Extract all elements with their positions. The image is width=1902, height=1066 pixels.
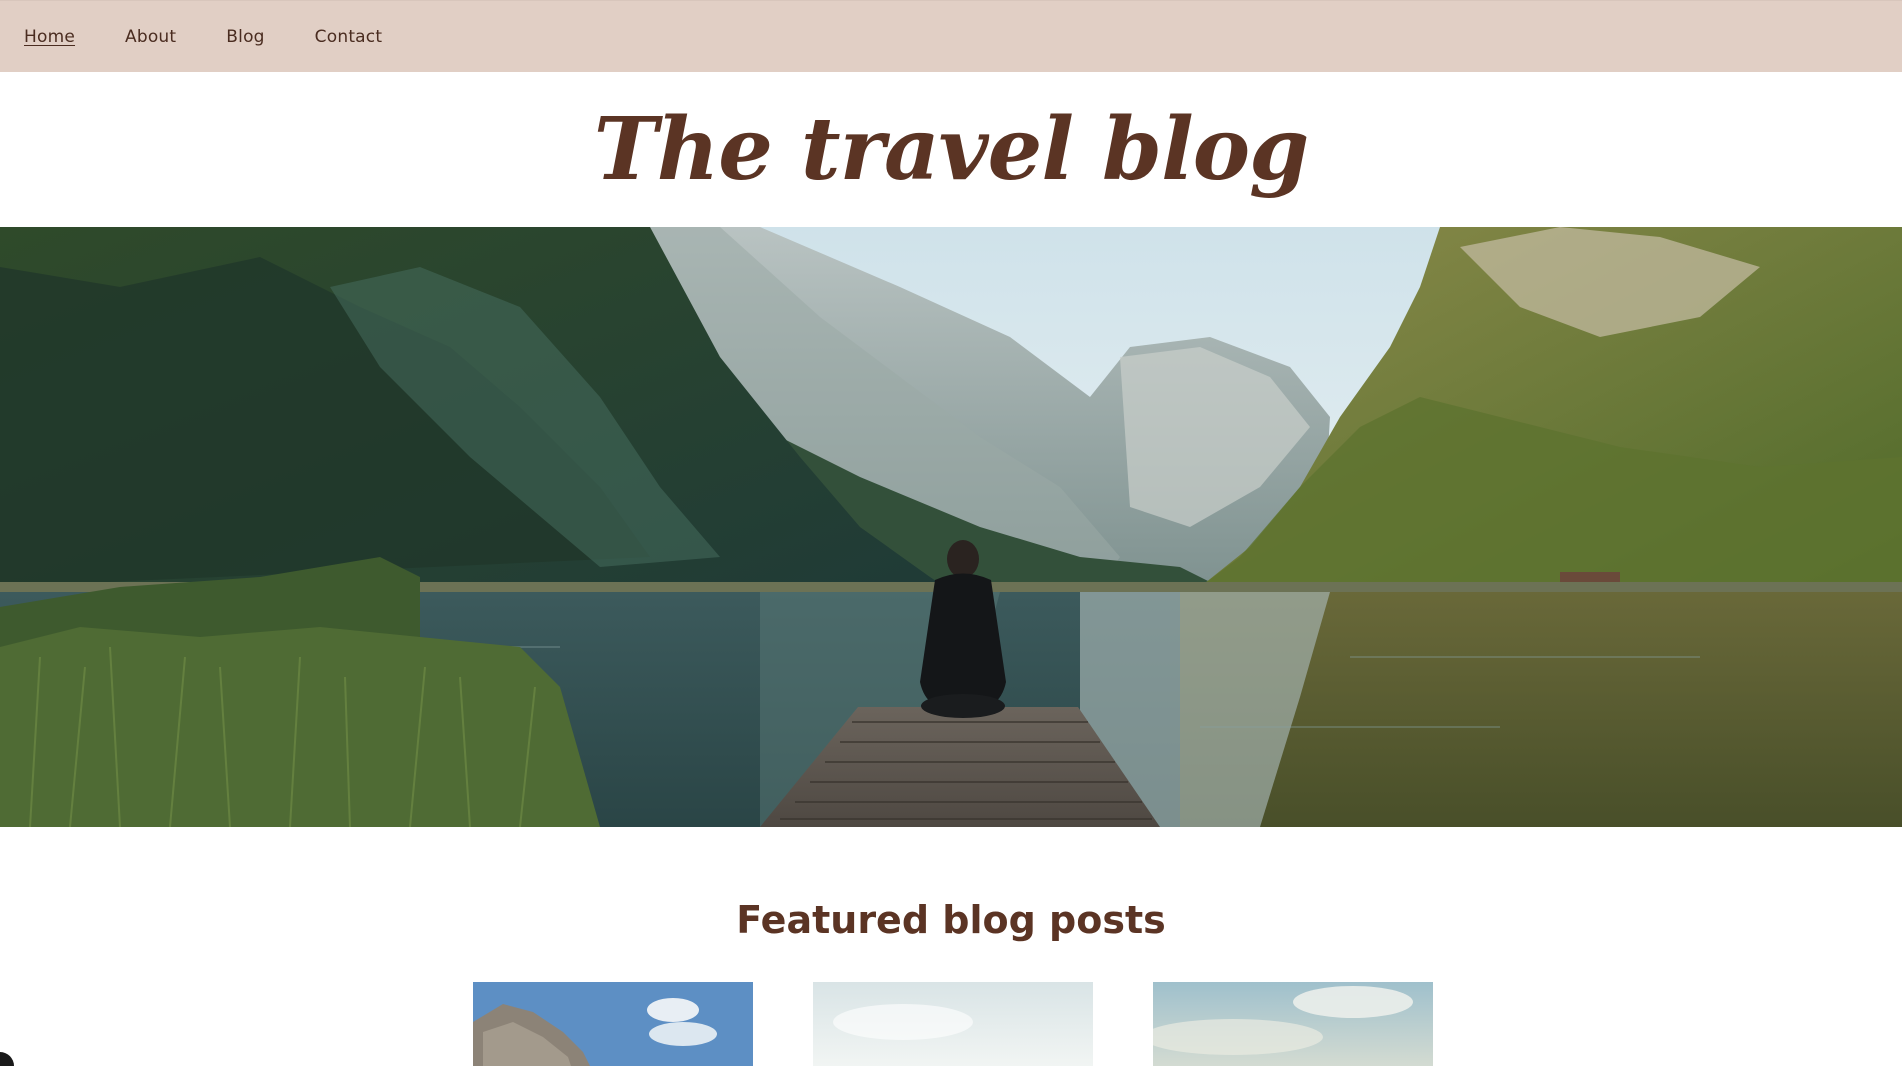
nav-item-blog: Blog xyxy=(226,27,314,47)
nav-item-home: Home xyxy=(24,27,125,47)
hero-image xyxy=(0,227,1902,827)
featured-post-thumbnail-2[interactable] xyxy=(813,982,1093,1066)
featured-post-thumbnail-1[interactable] xyxy=(473,982,753,1066)
featured-post-thumbnail-3[interactable] xyxy=(1153,982,1433,1066)
featured-heading: Featured blog posts xyxy=(736,898,1166,942)
nav-list: Home About Blog Contact xyxy=(0,1,1902,73)
top-navbar: Home About Blog Contact xyxy=(0,0,1902,72)
nav-link-contact[interactable]: Contact xyxy=(315,27,383,47)
site-title: The travel blog xyxy=(593,99,1310,200)
nav-link-blog[interactable]: Blog xyxy=(226,27,264,47)
nav-item-contact: Contact xyxy=(315,27,433,47)
nav-link-home[interactable]: Home xyxy=(24,27,75,47)
page: Home About Blog Contact The travel blog xyxy=(0,0,1902,1066)
nav-link-about[interactable]: About xyxy=(125,27,176,47)
window-corner xyxy=(0,1052,14,1066)
nav-item-about: About xyxy=(125,27,226,47)
